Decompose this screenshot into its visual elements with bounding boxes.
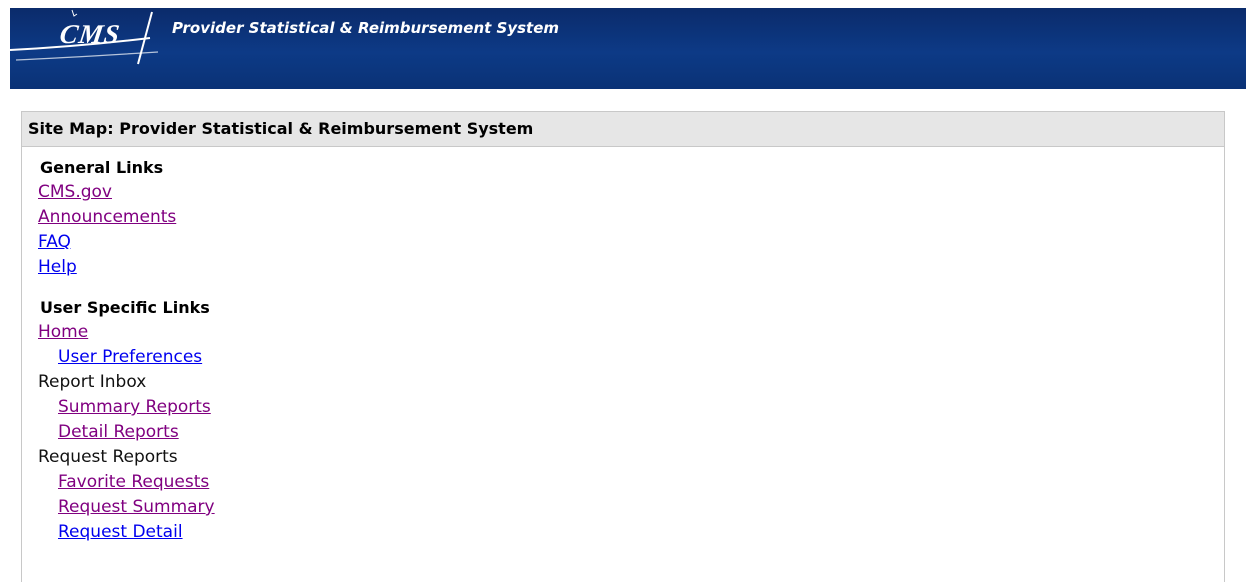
link-summary-reports[interactable]: Summary Reports	[58, 397, 211, 417]
cms-logo[interactable]: CMS	[10, 8, 170, 89]
general-links-heading: General Links	[40, 158, 164, 177]
link-cms-gov[interactable]: CMS.gov	[38, 182, 112, 202]
sitemap-panel: Site Map: Provider Statistical & Reimbur…	[21, 111, 1225, 582]
sitemap-content: General Links CMS.gov Announcements FAQ …	[22, 147, 1224, 545]
request-reports-label: Request Reports	[38, 447, 178, 467]
link-help[interactable]: Help	[38, 257, 77, 277]
link-home[interactable]: Home	[38, 322, 88, 342]
link-announcements[interactable]: Announcements	[38, 207, 176, 227]
user-links-heading: User Specific Links	[40, 298, 210, 317]
cms-logo-text: CMS	[57, 19, 123, 49]
link-favorite-requests[interactable]: Favorite Requests	[58, 472, 209, 492]
link-user-preferences[interactable]: User Preferences	[58, 347, 202, 367]
app-title: Provider Statistical & Reimbursement Sys…	[172, 19, 560, 37]
report-inbox-label: Report Inbox	[38, 372, 147, 392]
app-header: CMS Provider Statistical & Reimbursement…	[10, 8, 1246, 89]
link-request-summary[interactable]: Request Summary	[58, 497, 215, 517]
link-faq[interactable]: FAQ	[38, 232, 71, 252]
sitemap-title: Site Map: Provider Statistical & Reimbur…	[22, 112, 1224, 147]
link-request-detail[interactable]: Request Detail	[58, 522, 183, 542]
link-detail-reports[interactable]: Detail Reports	[58, 422, 179, 442]
